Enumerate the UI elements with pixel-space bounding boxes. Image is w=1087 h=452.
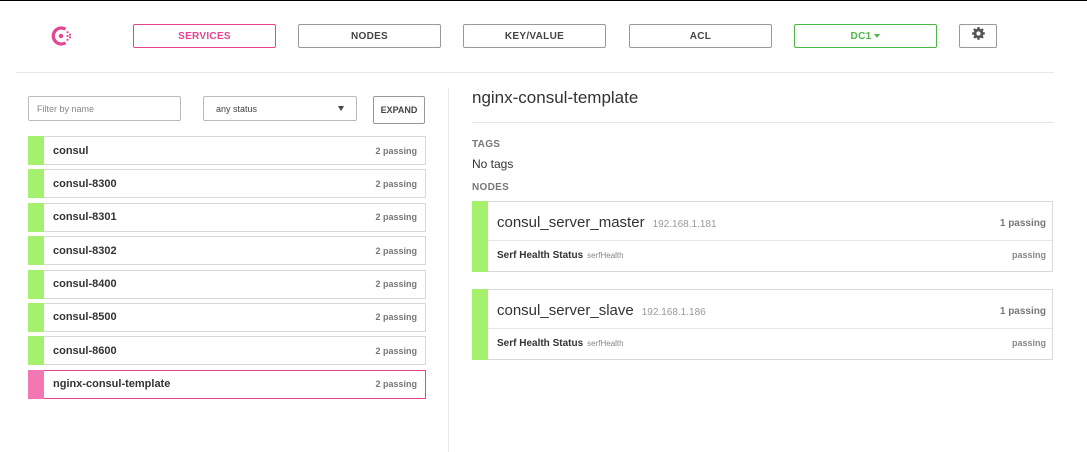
service-status: 2 passing (375, 345, 417, 356)
check-status: passing (1011, 338, 1046, 348)
datacenter-dropdown[interactable]: DC1 (794, 24, 937, 48)
filter-by-name-input[interactable] (28, 96, 181, 121)
node-card-consul-server-master: consul_server_master 192.168.1.181 1 pas… (472, 201, 1053, 272)
service-name: nginx-consul-template (53, 378, 171, 391)
health-indicator (28, 269, 44, 299)
nav-acl-label: ACL (689, 30, 712, 42)
service-list: consul 2 passing consul-8300 2 passing c… (28, 136, 426, 403)
node-card-consul-server-slave: consul_server_slave 192.168.1.186 1 pass… (472, 289, 1053, 360)
status-filter-value: any status (216, 103, 258, 114)
datacenter-label: DC1 (850, 30, 872, 42)
service-name: consul-8301 (53, 211, 117, 224)
health-indicator (28, 169, 44, 199)
health-indicator (28, 302, 44, 332)
service-status: 2 passing (375, 312, 417, 323)
health-indicator (28, 202, 44, 232)
service-item-consul-8600[interactable]: consul-8600 2 passing (28, 336, 426, 366)
settings-button[interactable] (959, 24, 997, 48)
node-ip: 192.168.1.186 (641, 307, 706, 318)
node-divider (488, 240, 1052, 241)
health-indicator (472, 201, 488, 272)
tags-value: No tags (472, 157, 514, 171)
service-item-consul-8302[interactable]: consul-8302 2 passing (28, 236, 426, 266)
nav-acl-button[interactable]: ACL (629, 24, 772, 48)
service-status: 2 passing (375, 178, 417, 189)
health-indicator (28, 369, 44, 399)
gear-icon (971, 27, 985, 45)
service-item-consul[interactable]: consul 2 passing (28, 136, 426, 165)
service-name: consul-8600 (53, 344, 117, 357)
health-indicator (28, 236, 44, 266)
health-indicator (472, 289, 488, 360)
service-item-nginx-consul-template[interactable]: nginx-consul-template 2 passing (28, 369, 426, 399)
check-name: Serf Health Status (497, 250, 584, 261)
check-id: serfHealth (587, 251, 624, 260)
chevron-down-icon (338, 106, 344, 111)
service-name: consul-8302 (53, 244, 117, 257)
nodes-heading: NODES (472, 182, 510, 193)
service-status: 2 passing (375, 379, 417, 390)
service-name: consul-8500 (53, 311, 117, 324)
service-item-consul-8300[interactable]: consul-8300 2 passing (28, 169, 426, 199)
service-status: 2 passing (375, 245, 417, 256)
node-status: 1 passing (999, 306, 1046, 317)
nav-nodes-button[interactable]: NODES (298, 24, 441, 48)
service-name: consul-8300 (53, 177, 117, 190)
nav-services-button[interactable]: SERVICES (133, 24, 276, 48)
service-item-consul-8301[interactable]: consul-8301 2 passing (28, 202, 426, 232)
node-status: 1 passing (999, 218, 1046, 229)
check-id: serfHealth (587, 339, 624, 348)
service-item-consul-8400[interactable]: consul-8400 2 passing (28, 269, 426, 299)
service-item-consul-8500[interactable]: consul-8500 2 passing (28, 302, 426, 332)
caret-down-icon (874, 34, 881, 38)
tags-heading: TAGS (472, 139, 501, 150)
service-detail-title: nginx-consul-template (472, 88, 639, 107)
status-filter-select[interactable]: any status (203, 96, 357, 121)
service-name: consul (53, 144, 89, 157)
check-status: passing (1011, 250, 1046, 260)
expand-button[interactable]: EXPAND (373, 96, 425, 124)
nav-services-label: SERVICES (178, 30, 231, 42)
node-name-link[interactable]: consul_server_slave (497, 302, 634, 319)
health-indicator (28, 136, 44, 165)
node-divider (488, 328, 1052, 329)
nav-nodes-label: NODES (350, 30, 389, 42)
node-ip: 192.168.1.181 (652, 219, 717, 230)
check-name: Serf Health Status (497, 338, 584, 349)
node-name-link[interactable]: consul_server_master (497, 214, 645, 231)
header-divider (16, 72, 1054, 73)
panel-divider (448, 88, 449, 452)
consul-logo-icon[interactable] (50, 24, 74, 48)
service-name: consul-8400 (53, 278, 117, 291)
expand-label: EXPAND (380, 105, 418, 115)
service-status: 2 passing (375, 279, 417, 290)
service-status: 2 passing (375, 212, 417, 223)
detail-divider (472, 122, 1054, 123)
nav-keyvalue-label: KEY/VALUE (504, 30, 565, 42)
nav-keyvalue-button[interactable]: KEY/VALUE (463, 24, 606, 48)
window-top-border (0, 0, 1087, 1)
service-status: 2 passing (375, 145, 417, 156)
health-indicator (28, 336, 44, 366)
